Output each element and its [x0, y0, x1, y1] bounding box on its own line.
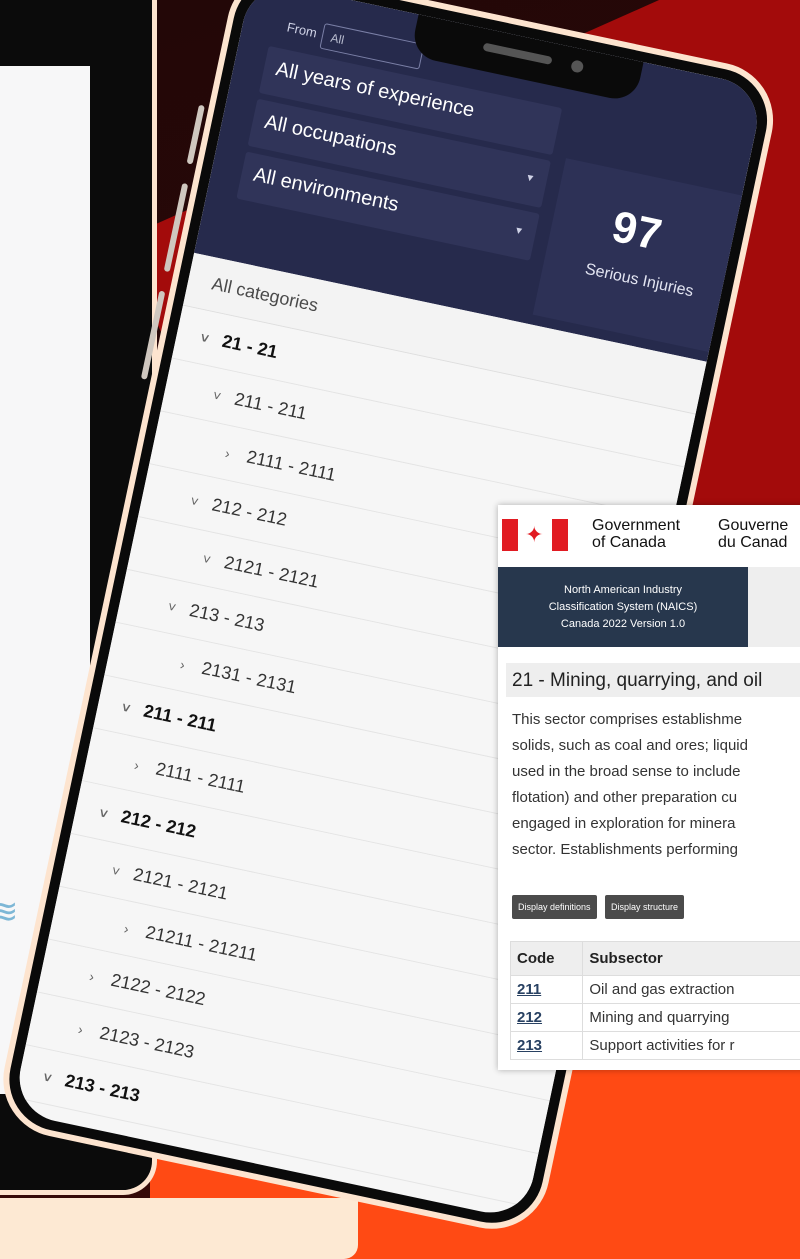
tree-row-label: 2131 - 2131 — [199, 657, 299, 698]
gc-en-line2: of Canada — [592, 534, 666, 551]
tree-row-label: 213 - 213 — [187, 599, 267, 636]
filter-list: All years of experience All occupations … — [235, 45, 563, 267]
tree-row-label: 212 - 212 — [210, 494, 289, 530]
tree-row-label: 21 - 21 — [220, 330, 280, 363]
chevron-down-icon: ▼ — [523, 172, 536, 185]
subsector-name: Oil and gas extraction — [582, 975, 800, 1004]
display-structure-button[interactable]: Display structure — [605, 895, 685, 919]
tree-row-label: 212 - 212 — [119, 806, 198, 842]
tree-row-label: 211 - 211 — [141, 700, 219, 736]
subsector-code-link[interactable]: 212 — [509, 1003, 584, 1032]
gc-fr-line1: Gouverne — [718, 517, 789, 534]
gc-header: ✦ Government of Canada Gouverne du Canad — [498, 505, 800, 567]
description-line: solids, such as coal and ores; liquid — [512, 737, 748, 754]
sector-title: 21 - Mining, quarrying, and oil — [506, 663, 800, 697]
canada-flag-icon: ✦ — [502, 519, 568, 551]
naics-banner[interactable]: North American Industry Classification S… — [498, 567, 748, 647]
gc-wordmark-en[interactable]: Government of Canada — [592, 517, 680, 551]
table-row: 213 Support activities for r — [509, 1031, 800, 1060]
brush-art-icon: ≋ — [0, 893, 19, 931]
subsector-column-header: Subsector — [582, 941, 800, 976]
naics-banner-extension — [748, 567, 800, 647]
sector-description: This sector comprises establishme solids… — [512, 707, 800, 863]
description-line: flotation) and other preparation cu — [512, 789, 738, 806]
tree-row-label: 2111 - 2111 — [154, 758, 247, 797]
tree-row-label: 2121 - 2121 — [131, 864, 230, 904]
subsector-table: Code Subsector 211 Oil and gas extractio… — [509, 941, 800, 1060]
tree-row-label: 2111 - 2111 — [244, 446, 338, 485]
gc-en-line1: Government — [592, 517, 681, 534]
description-line: engaged in exploration for minera — [512, 815, 736, 832]
gc-wordmark-fr[interactable]: Gouverne du Canad — [718, 517, 788, 551]
gc-fr-line2: du Canad — [718, 534, 788, 551]
table-row: 212 Mining and quarrying — [509, 1003, 800, 1032]
camera-icon — [570, 59, 585, 74]
tree-row-label: 213 - 213 — [63, 1070, 142, 1106]
description-line: This sector comprises establishme — [512, 711, 743, 728]
display-buttons: Display definitions Display structure — [512, 895, 688, 919]
naics-line1: North American Industry — [564, 584, 682, 596]
injury-stat-card: 97 Serious Injuries — [532, 158, 743, 353]
subsector-name: Mining and quarrying — [582, 1003, 800, 1032]
tree-row-label: 211 - 211 — [232, 388, 309, 424]
speaker-grille — [482, 42, 553, 65]
injury-count-label: Serious Injuries — [583, 260, 695, 301]
injury-count: 97 — [607, 201, 666, 260]
tree-row-label: 2121 - 2121 — [222, 552, 321, 592]
naics-webpage: ✦ Government of Canada Gouverne du Canad… — [498, 505, 800, 1070]
tree-row-label: 21211 - 21211 — [143, 921, 259, 966]
description-line: used in the broad sense to include — [512, 763, 741, 780]
tree-row-label: 2122 - 2122 — [109, 969, 208, 1010]
subsector-name: Support activities for r — [582, 1031, 800, 1060]
table-header-row: Code Subsector — [509, 941, 800, 976]
naics-line2: Classification System (NAICS) — [548, 601, 698, 613]
from-label: From — [285, 19, 319, 41]
subsector-code-link[interactable]: 213 — [509, 1031, 584, 1060]
code-column-header: Code — [509, 941, 584, 976]
chevron-down-icon: ▼ — [512, 224, 525, 238]
tree-row-label: 2123 - 2123 — [97, 1022, 197, 1063]
display-definitions-button[interactable]: Display definitions — [512, 895, 597, 919]
naics-line3: Canada 2022 Version 1.0 — [560, 618, 686, 630]
peach-strip — [0, 1198, 358, 1259]
description-line: sector. Establishments performing — [512, 841, 738, 858]
table-row: 211 Oil and gas extraction — [509, 975, 800, 1004]
subsector-code-link[interactable]: 211 — [509, 975, 584, 1004]
